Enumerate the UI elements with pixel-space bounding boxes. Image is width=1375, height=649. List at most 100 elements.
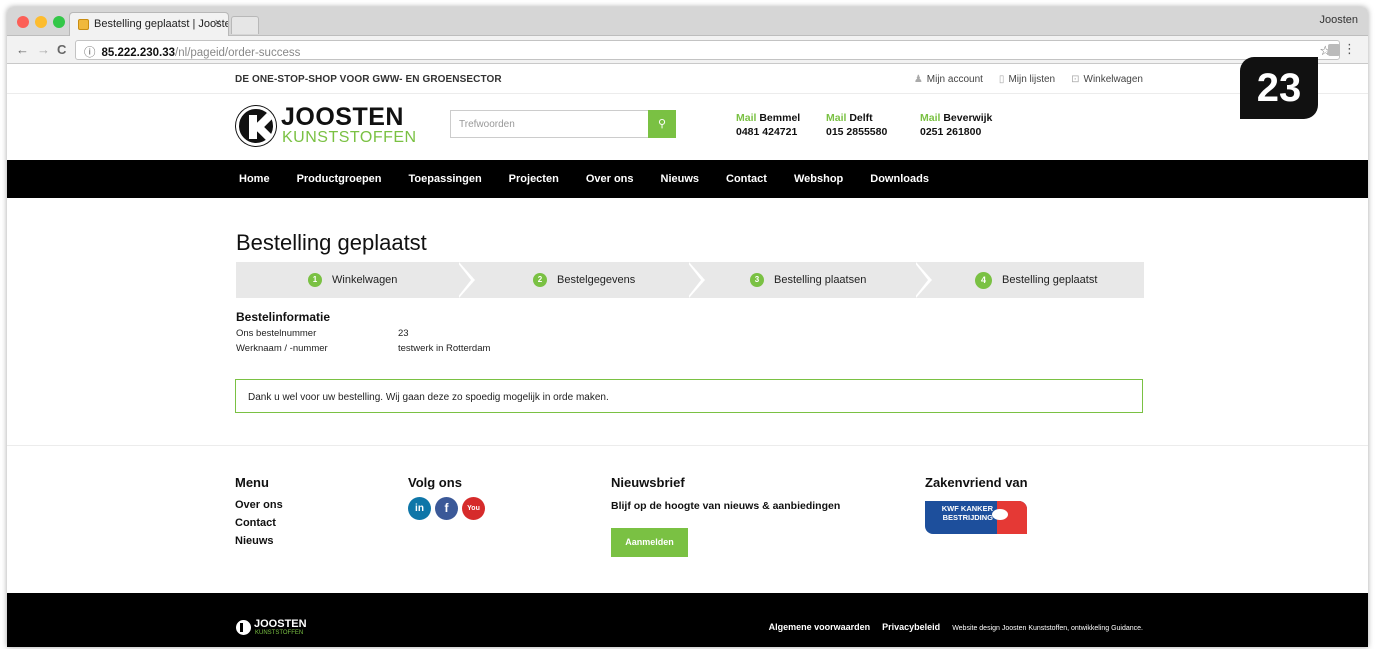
lists-link[interactable]: ▯ Mijn lijsten (999, 74, 1055, 85)
reload-icon[interactable]: C (57, 42, 66, 57)
profile-name[interactable]: Joosten (1319, 14, 1358, 26)
newsletter-text: Blijf op de hoogte van nieuws & aanbiedi… (611, 500, 841, 512)
account-links: ♟ Mijn account ▯ Mijn lijsten ⊡ Winkelwagen (914, 74, 1143, 85)
maximize-window-button[interactable] (53, 16, 65, 28)
footer-logo-icon[interactable] (236, 620, 251, 635)
step-label: Winkelwagen (332, 274, 398, 286)
browser-window: Bestelling geplaatst | Joosten × Joosten… (7, 7, 1368, 647)
joosten-logo-icon[interactable] (236, 106, 276, 146)
step-separator-inner (687, 262, 701, 298)
step-separator-inner (457, 262, 471, 298)
footer-bar: JOOSTEN KUNSTSTOFFEN Algemene voorwaarde… (7, 593, 1368, 647)
terms-link[interactable]: Algemene voorwaarden (769, 622, 871, 632)
cart-icon: ⊡ (1071, 74, 1080, 85)
step-separator-inner (914, 262, 928, 298)
newsletter-signup-button[interactable]: Aanmelden (611, 528, 688, 557)
work-name-label: Werknaam / -nummer (236, 343, 328, 354)
contact-delft: Mail Delft 015 2855580 (826, 111, 887, 139)
tab-title: Bestelling geplaatst | Joosten (94, 18, 229, 30)
user-icon: ♟ (913, 74, 923, 85)
account-link[interactable]: ♟ Mijn account (914, 74, 983, 85)
contact-city: Delft (849, 112, 873, 124)
order-number-row: Ons bestelnummer 23 (236, 328, 409, 339)
url-field[interactable]: ⓘ 85.222.230.33/nl/pageid/order-success ☆ (75, 40, 1340, 60)
footer-link-nieuws[interactable]: Nieuws (235, 532, 283, 550)
tab-bar: Bestelling geplaatst | Joosten × Joosten (7, 7, 1368, 36)
kwf-logo-text: KWF KANKER BESTRIJDING (941, 504, 993, 522)
contact-bemmel: Mail Bemmel 0481 424721 (736, 111, 800, 139)
list-icon: ▯ (998, 74, 1005, 85)
contact-phone: 0251 261800 (920, 126, 982, 138)
nav-nieuws[interactable]: Nieuws (661, 160, 700, 198)
nav-contact[interactable]: Contact (726, 160, 767, 198)
nav-downloads[interactable]: Downloads (870, 160, 929, 198)
url-host: 85.222.230.33 (101, 47, 176, 59)
nav-home[interactable]: Home (239, 160, 270, 198)
address-bar-row: ← → C ⓘ 85.222.230.33/nl/pageid/order-suc… (7, 36, 1368, 64)
footer-logo-name[interactable]: JOOSTEN (254, 618, 307, 630)
main-navigation: Home Productgroepen Toepassingen Project… (7, 160, 1368, 198)
step-bestelgegevens: 2 Bestelgegevens (533, 262, 635, 298)
lists-link-label: Mijn lijsten (1008, 74, 1056, 85)
youtube-icon[interactable]: You (462, 497, 485, 520)
order-number-value: 23 (398, 328, 409, 339)
nav-toepassingen[interactable]: Toepassingen (409, 160, 482, 198)
step-number: 3 (750, 273, 764, 287)
mail-link[interactable]: Mail (826, 112, 846, 124)
step-label: Bestelgegevens (557, 274, 636, 286)
forward-icon[interactable]: → (37, 42, 50, 57)
favicon-icon (78, 19, 89, 30)
cart-link[interactable]: ⊡ Winkelwagen (1071, 74, 1143, 85)
step-number: 2 (533, 273, 547, 287)
mail-link[interactable]: Mail (920, 112, 940, 124)
step-winkelwagen: 1 Winkelwagen (308, 262, 397, 298)
close-window-button[interactable] (17, 16, 29, 28)
work-name-row: Werknaam / -nummer testwerk in Rotterdam (236, 343, 490, 354)
browser-tab[interactable]: Bestelling geplaatst | Joosten × (69, 12, 229, 36)
footer-menu-title: Menu (235, 475, 269, 490)
footer-link-over-ons[interactable]: Over ons (235, 496, 283, 514)
contact-city: Beverwijk (943, 112, 993, 124)
footer-legal-links: Algemene voorwaarden Privacybeleid Websi… (769, 622, 1143, 632)
account-link-label: Mijn account (926, 74, 983, 85)
footer-link-contact[interactable]: Contact (235, 514, 283, 532)
site-info-icon[interactable]: ⓘ (84, 47, 96, 59)
browser-menu-icon[interactable]: ⋮ (1343, 41, 1356, 57)
step-bestelling-plaatsen: 3 Bestelling plaatsen (750, 262, 866, 298)
step-number: 4 (975, 271, 992, 289)
tab-close-icon[interactable]: × (215, 17, 221, 29)
back-icon[interactable]: ← (16, 42, 29, 57)
social-title: Volg ons (408, 475, 462, 490)
cart-link-label: Winkelwagen (1083, 74, 1143, 85)
page-title: Bestelling geplaatst (236, 230, 427, 255)
extension-icon[interactable] (1328, 44, 1340, 56)
mail-link[interactable]: Mail (736, 112, 756, 124)
order-number-label: Ons bestelnummer (236, 328, 317, 339)
kwf-crab-icon (992, 509, 1008, 520)
contact-beverwijk: Mail Beverwijk 0251 261800 (920, 111, 992, 139)
logo-subname[interactable]: KUNSTSTOFFEN (282, 129, 417, 147)
nav-webshop[interactable]: Webshop (794, 160, 843, 198)
minimize-window-button[interactable] (35, 16, 47, 28)
partner-title: Zakenvriend van (925, 475, 1028, 490)
logo-name[interactable]: JOOSTEN (281, 103, 404, 132)
contact-phone: 0481 424721 (736, 126, 798, 138)
newsletter-title: Nieuwsbrief (611, 475, 685, 490)
nav-over-ons[interactable]: Over ons (586, 160, 634, 198)
search-input[interactable] (451, 111, 649, 137)
linkedin-icon[interactable]: in (408, 497, 431, 520)
credit-text: Website design Joosten Kunststoffen, ont… (952, 625, 1143, 632)
kwf-logo[interactable]: KWF KANKER BESTRIJDING (925, 501, 1027, 534)
footer-menu: Over ons Contact Nieuws (235, 496, 283, 550)
order-info-title: Bestelinformatie (236, 310, 331, 324)
nav-projecten[interactable]: Projecten (509, 160, 559, 198)
contact-phone: 015 2855580 (826, 126, 888, 138)
facebook-icon[interactable]: f (435, 497, 458, 520)
search-box: ⚲ (450, 110, 676, 138)
new-tab-button[interactable] (231, 16, 259, 34)
footer-logo-subname: KUNSTSTOFFEN (255, 630, 304, 636)
search-button[interactable]: ⚲ (648, 110, 676, 138)
url-path: /nl/pageid/order-success (175, 47, 301, 59)
privacy-link[interactable]: Privacybeleid (882, 622, 940, 632)
nav-productgroepen[interactable]: Productgroepen (297, 160, 382, 198)
